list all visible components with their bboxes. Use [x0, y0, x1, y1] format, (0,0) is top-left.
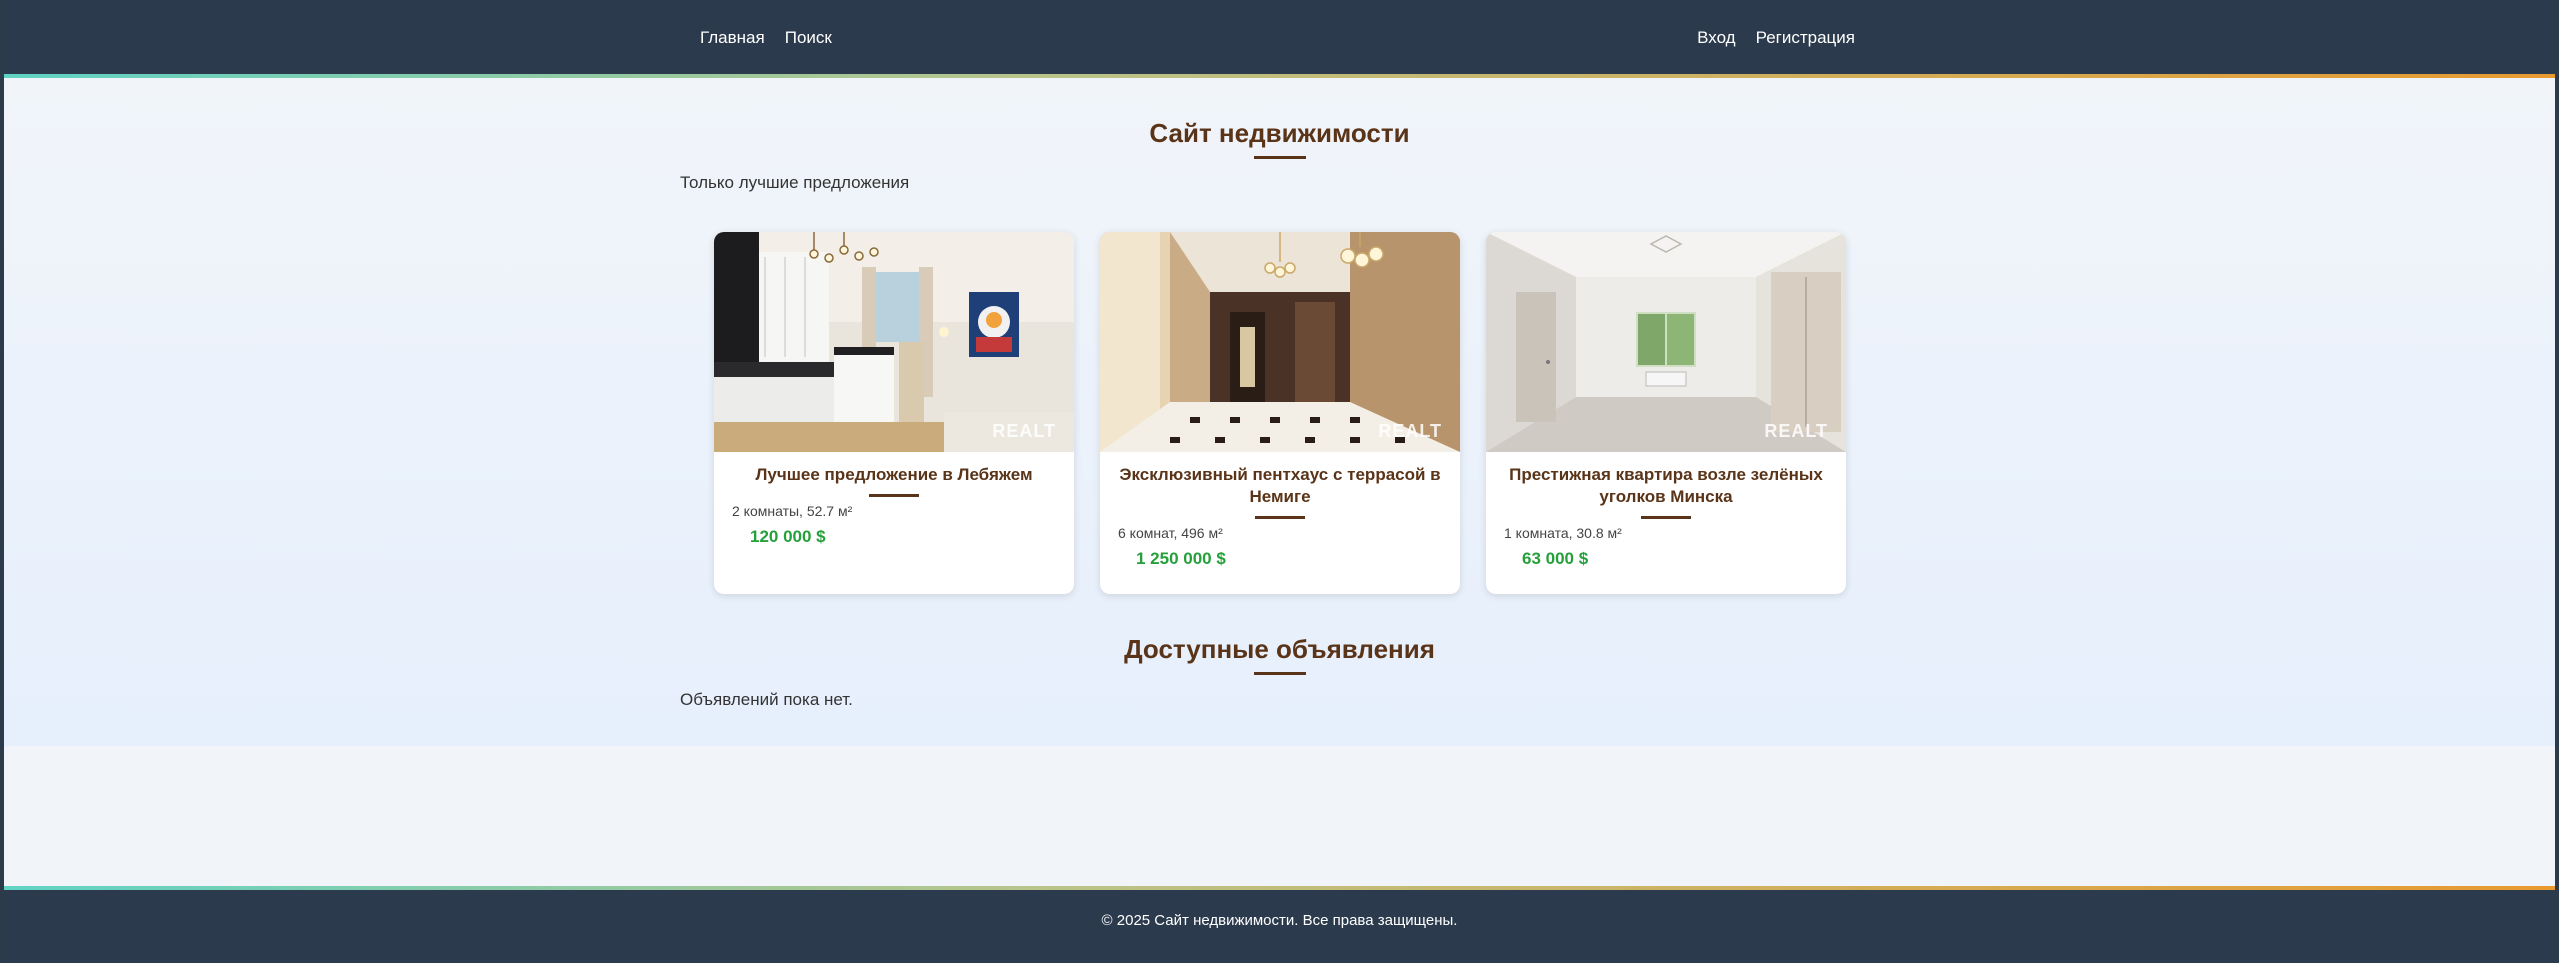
property-card[interactable]: REALT Эксклюзивный пентхаус с террасой в…	[1100, 232, 1460, 594]
property-photo: REALT	[714, 232, 1074, 452]
register-link[interactable]: Регистрация	[1756, 28, 1855, 48]
title-underline	[1253, 156, 1306, 159]
card-title-underline	[1641, 516, 1691, 519]
primary-nav: Главная Поиск	[700, 28, 832, 48]
page-spacer	[4, 746, 2555, 886]
watermark-logo: REALT	[1378, 421, 1442, 441]
listings-empty-message: Объявлений пока нет.	[680, 690, 853, 709]
footer: © 2025 Сайт недвижимости. Все права защи…	[4, 886, 2555, 963]
property-details: 2 комнаты, 52.7 м²	[732, 503, 853, 519]
watermark-logo: REALT	[992, 421, 1056, 441]
property-title: Эксклюзивный пентхаус с террасой в Немиг…	[1119, 465, 1441, 506]
property-title: Престижная квартира возле зелёных уголко…	[1509, 465, 1823, 506]
featured-cards: REALT Лучшее предложение в Лебяжем 2 ком…	[714, 232, 1846, 594]
auth-nav: Вход Регистрация	[1697, 28, 1855, 48]
property-details: 1 комната, 30.8 м²	[1504, 525, 1622, 541]
property-photo: REALT	[1100, 232, 1460, 452]
property-details: 6 комнат, 496 м²	[1118, 525, 1223, 541]
page-subtitle: Только лучшие предложения	[680, 173, 910, 192]
property-price: 120 000 $	[750, 527, 826, 546]
nav-home-link[interactable]: Главная	[700, 28, 765, 48]
footer-copyright: © 2025 Сайт недвижимости. Все права защи…	[1101, 912, 1458, 929]
page-title: Сайт недвижимости	[1149, 118, 1410, 148]
footer-accent-divider	[4, 886, 2555, 890]
login-link[interactable]: Вход	[1697, 28, 1735, 48]
page: Главная Поиск Вход Регистрация Сайт недв…	[4, 0, 2555, 963]
watermark-logo: REALT	[1764, 421, 1828, 441]
listings-title: Доступные объявления	[1124, 634, 1435, 664]
top-navbar: Главная Поиск Вход Регистрация	[4, 0, 2555, 78]
property-title: Лучшее предложение в Лебяжем	[755, 465, 1033, 484]
property-photo: REALT	[1486, 232, 1846, 452]
property-card[interactable]: REALT Лучшее предложение в Лебяжем 2 ком…	[714, 232, 1074, 594]
property-price: 1 250 000 $	[1136, 549, 1226, 568]
card-title-underline	[1255, 516, 1305, 519]
property-price: 63 000 $	[1522, 549, 1589, 568]
listings-title-underline	[1253, 672, 1306, 675]
card-title-underline	[869, 494, 919, 497]
property-card[interactable]: REALT Престижная квартира возле зелёных …	[1486, 232, 1846, 594]
nav-search-link[interactable]: Поиск	[785, 28, 832, 48]
main-content: Сайт недвижимости Только лучшие предложе…	[4, 78, 2555, 746]
